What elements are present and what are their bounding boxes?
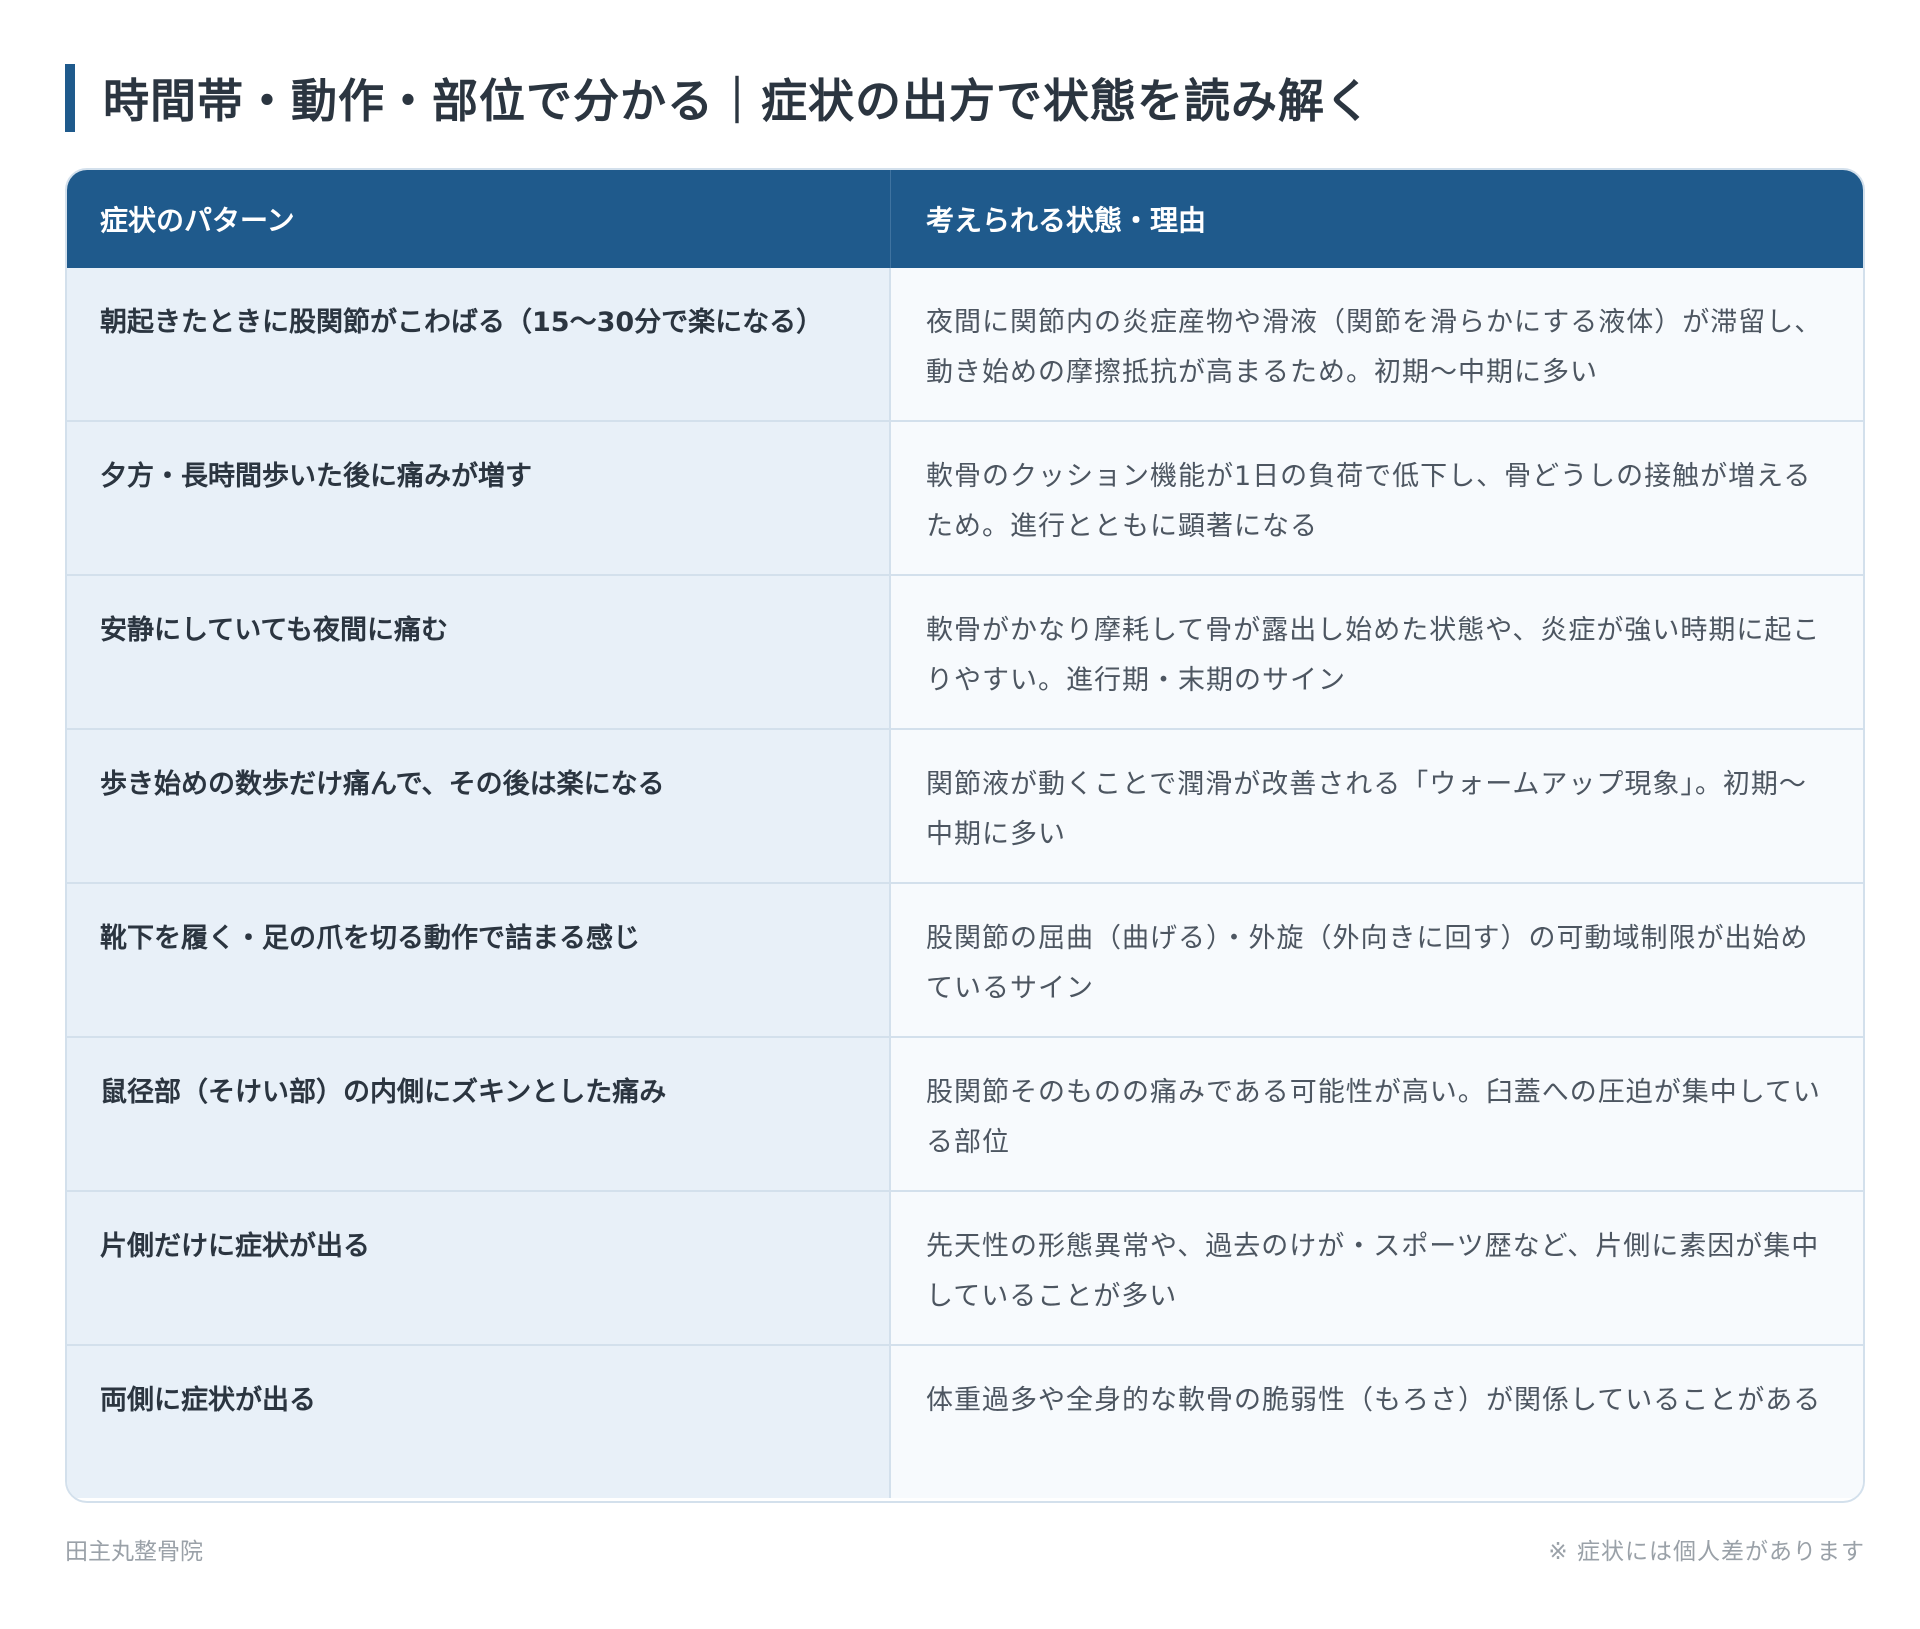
header-symptom-pattern: 症状のパターン — [67, 170, 891, 268]
table-row: 片側だけに症状が出る 先天性の形態異常や、過去のけが・スポーツ歴など、片側に素因… — [67, 1190, 1863, 1344]
symptom-pattern-cell: 両側に症状が出る — [67, 1346, 891, 1498]
symptom-pattern-cell: 安静にしていても夜間に痛む — [67, 576, 891, 728]
cause-cell: 体重過多や全身的な軟骨の脆弱性（もろさ）が関係していることがある — [891, 1346, 1863, 1498]
table-header: 症状のパターン 考えられる状態・理由 — [67, 170, 1863, 268]
title-accent-bar — [65, 64, 75, 132]
cause-cell: 夜間に関節内の炎症産物や滑液（関節を滑らかにする液体）が滞留し、動き始めの摩擦抵… — [891, 268, 1863, 420]
table-row: 安静にしていても夜間に痛む 軟骨がかなり摩耗して骨が露出し始めた状態や、炎症が強… — [67, 574, 1863, 728]
table-row: 朝起きたときに股関節がこわばる（15〜30分で楽になる） 夜間に関節内の炎症産物… — [67, 268, 1863, 420]
cause-cell: 先天性の形態異常や、過去のけが・スポーツ歴など、片側に素因が集中していることが多… — [891, 1192, 1863, 1344]
cause-cell: 軟骨がかなり摩耗して骨が露出し始めた状態や、炎症が強い時期に起こりやすい。進行期… — [891, 576, 1863, 728]
symptom-pattern-cell: 朝起きたときに股関節がこわばる（15〜30分で楽になる） — [67, 268, 891, 420]
table-row: 夕方・長時間歩いた後に痛みが増す 軟骨のクッション機能が1日の負荷で低下し、骨ど… — [67, 420, 1863, 574]
cause-cell: 軟骨のクッション機能が1日の負荷で低下し、骨どうしの接触が増えるため。進行ととも… — [891, 422, 1863, 574]
header-possible-cause: 考えられる状態・理由 — [926, 204, 1207, 237]
cause-cell: 股関節の屈曲（曲げる）・外旋（外向きに回す）の可動域制限が出始めているサイン — [891, 884, 1863, 1036]
symptom-pattern-cell: 歩き始めの数歩だけ痛んで、その後は楽になる — [67, 730, 891, 882]
symptom-pattern-cell: 片側だけに症状が出る — [67, 1192, 891, 1344]
symptom-pattern-cell: 夕方・長時間歩いた後に痛みが増す — [67, 422, 891, 574]
table-body: 朝起きたときに股関節がこわばる（15〜30分で楽になる） 夜間に関節内の炎症産物… — [67, 268, 1863, 1498]
table-row: 両側に症状が出る 体重過多や全身的な軟骨の脆弱性（もろさ）が関係していることがあ… — [67, 1344, 1863, 1498]
symptom-pattern-cell: 靴下を履く・足の爪を切る動作で詰まる感じ — [67, 884, 891, 1036]
symptom-pattern-cell: 鼠径部（そけい部）の内側にズキンとした痛み — [67, 1038, 891, 1190]
disclaimer-note: ※ 症状には個人差があります — [1548, 1539, 1865, 1565]
page-title-block: 時間帯・動作・部位で分かる｜症状の出方で状態を読み解く — [65, 64, 1372, 132]
table-row: 歩き始めの数歩だけ痛んで、その後は楽になる 関節液が動くことで潤滑が改善される「… — [67, 728, 1863, 882]
table-row: 靴下を履く・足の爪を切る動作で詰まる感じ 股関節の屈曲（曲げる）・外旋（外向きに… — [67, 882, 1863, 1036]
page-title: 時間帯・動作・部位で分かる｜症状の出方で状態を読み解く — [103, 74, 1372, 128]
cause-cell: 股関節そのものの痛みである可能性が高い。臼蓋への圧迫が集中している部位 — [891, 1038, 1863, 1190]
symptom-table: 症状のパターン 考えられる状態・理由 朝起きたときに股関節がこわばる（15〜30… — [65, 168, 1865, 1503]
cause-cell: 関節液が動くことで潤滑が改善される「ウォームアップ現象」。初期〜中期に多い — [891, 730, 1863, 882]
table-row: 鼠径部（そけい部）の内側にズキンとした痛み 股関節そのものの痛みである可能性が高… — [67, 1036, 1863, 1190]
clinic-name: 田主丸整骨院 — [65, 1539, 203, 1565]
